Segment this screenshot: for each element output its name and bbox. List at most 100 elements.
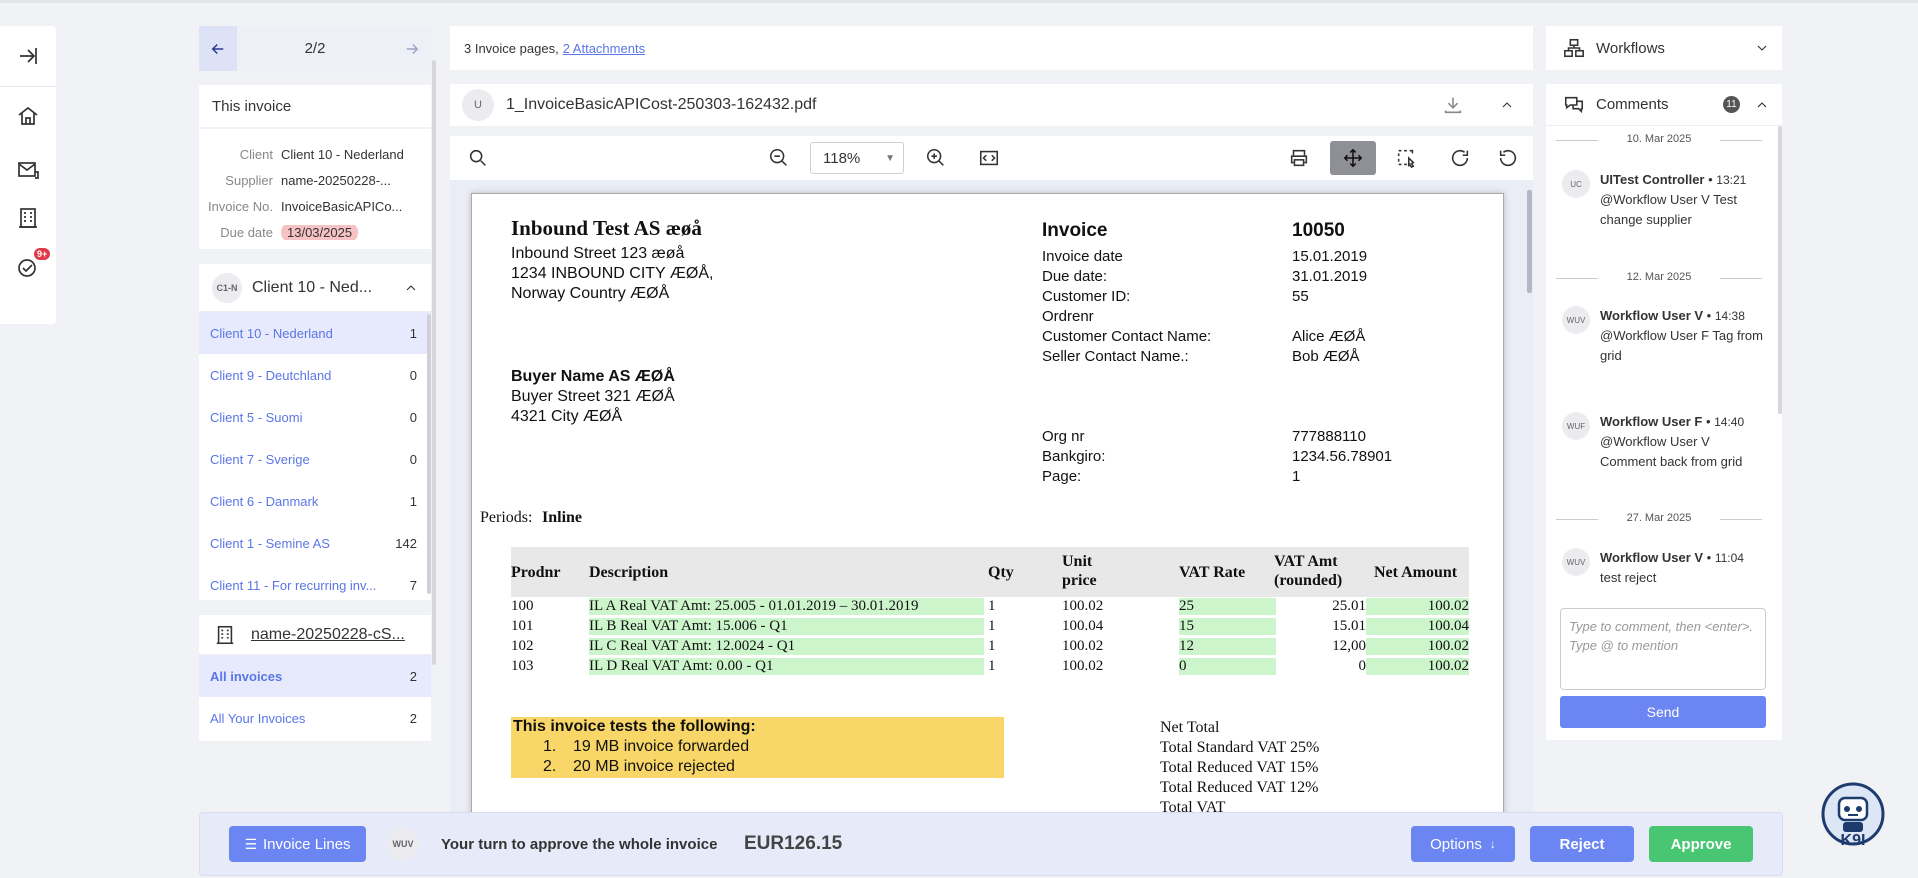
print-icon[interactable] [1285, 144, 1313, 172]
clients-header[interactable]: C1-N Client 10 - Ned... [199, 264, 431, 312]
approval-footer: ☰ Invoice Lines WUV Your turn to approve … [199, 812, 1783, 876]
approve-button[interactable]: Approve [1649, 826, 1753, 862]
pager-position: 2/2 [304, 40, 326, 57]
send-button[interactable]: Send [1560, 696, 1766, 728]
cell-vat-rate: 25 [1179, 598, 1276, 615]
client-item[interactable]: Client 1 - Semine AS 142 [199, 522, 431, 564]
pdf-viewer[interactable]: Inbound Test AS æøå Inbound Street 123 æ… [450, 180, 1533, 813]
comments-scrollbar[interactable] [1778, 126, 1782, 414]
comment-mention[interactable]: @Workflow User F [1600, 328, 1709, 343]
cell-description: IL A Real VAT Amt: 25.005 - 01.01.2019 –… [589, 598, 984, 615]
invoice-lines-button[interactable]: ☰ Invoice Lines [229, 826, 366, 862]
assistant-robot-button[interactable]: K9I [1813, 780, 1893, 856]
meta-label: Client [239, 146, 273, 162]
options-button[interactable]: Options ↓ [1411, 826, 1515, 862]
cell-price: 100.02 [1062, 598, 1104, 614]
cell-description: IL C Real VAT Amt: 12.0024 - Q1 [589, 638, 984, 655]
comments-header[interactable]: Comments 11 [1546, 84, 1782, 126]
chevron-down-icon[interactable] [1748, 34, 1776, 62]
field-value: 31.01.2019 [1292, 268, 1368, 285]
cell-net: 100.02 [1366, 638, 1469, 655]
search-icon[interactable] [464, 144, 492, 172]
invoice-lines-label: Invoice Lines [263, 835, 351, 853]
comment-body: Workflow User V • 14:38 @Workflow User F … [1600, 308, 1763, 363]
chevron-up-icon[interactable] [1748, 91, 1776, 119]
zoom-select[interactable]: 118% ▼ [810, 142, 904, 174]
due-date-badge: 13/03/2025 [281, 224, 359, 240]
comment-input[interactable]: Type to comment, then <enter>. Type @ to… [1560, 608, 1766, 690]
comment-mention[interactable]: @Workflow User V [1600, 192, 1710, 207]
cell-vat-amt: 12,00 [1332, 638, 1366, 654]
seller-address-line: Norway Country ÆØÅ [511, 285, 670, 302]
rail-divider [0, 86, 56, 87]
clients-title: Client 10 - Ned... [252, 278, 373, 296]
zoom-in-icon[interactable] [922, 144, 950, 172]
tests-box: This invoice tests the following: 1. 19 … [511, 717, 1004, 778]
client-label: Client 9 - Deutchland [210, 367, 332, 383]
zoom-value: 118% [823, 149, 861, 167]
caret-down-icon: ▼ [885, 152, 895, 164]
client-item[interactable]: Client 6 - Danmark 1 [199, 480, 431, 522]
tasks-icon[interactable]: 9+ [14, 248, 51, 282]
client-count: 0 [409, 367, 417, 383]
client-item[interactable]: Client 7 - Sverige 0 [199, 438, 431, 480]
building-icon[interactable] [14, 204, 42, 232]
download-icon[interactable] [1439, 91, 1467, 119]
inbox-icon[interactable] [14, 156, 42, 184]
attachments-link[interactable]: 2 Attachments [563, 41, 645, 56]
pdf-scrollbar[interactable] [1527, 190, 1532, 293]
reset-icon[interactable] [1494, 144, 1522, 172]
workflows-panel[interactable]: Workflows [1546, 26, 1782, 70]
rotate-clockwise-icon[interactable] [1446, 144, 1474, 172]
reject-button[interactable]: Reject [1530, 826, 1634, 862]
supplier-filter-item[interactable]: All Your Invoices 2 [199, 697, 431, 739]
invoice-meta: Client Client 10 - Nederland Supplier name… [199, 129, 431, 249]
next-invoice-button[interactable] [393, 26, 431, 71]
invoice-pager: 2/2 [199, 26, 431, 71]
cell-qty: 1 [988, 638, 996, 654]
client-item[interactable]: Client 11 - For recurring inv... 7 [199, 564, 431, 606]
attachments-bar: 3 Invoice pages, 2 Attachments [450, 26, 1533, 70]
cell-vat-amt: 15.01 [1332, 618, 1366, 634]
supplier-header[interactable]: name-20250228-cS... [199, 615, 431, 655]
periods-label: Periods: [480, 509, 533, 526]
cell-vat-rate: 12 [1179, 638, 1276, 655]
supplier-title[interactable]: name-20250228-cS... [251, 626, 405, 644]
select-area-icon[interactable] [1392, 144, 1420, 172]
workflow-icon [1560, 34, 1588, 62]
comment-mention[interactable]: @Workflow User V [1600, 434, 1710, 449]
top-strip [0, 0, 1918, 3]
client-item[interactable]: Client 5 - Suomi 0 [199, 396, 431, 438]
previous-invoice-button[interactable] [199, 26, 237, 71]
comments-count-badge: 11 [1723, 96, 1740, 113]
this-invoice-header: This invoice [199, 85, 431, 127]
file-name: 1_InvoiceBasicAPICost-250303-162432.pdf [506, 96, 817, 113]
comment-time: 14:38 [1714, 309, 1745, 323]
home-icon[interactable] [14, 102, 42, 130]
col-qty: Qty [988, 564, 1014, 581]
field-label: Invoice date [1042, 248, 1123, 265]
totals-label: Net Total [1160, 719, 1220, 736]
clients-scrollbar[interactable] [427, 314, 431, 594]
client-label: Client 6 - Danmark [210, 493, 319, 509]
client-item[interactable]: Client 10 - Nederland 1 [199, 312, 431, 354]
zoom-out-icon[interactable] [765, 144, 793, 172]
invoice-pages-text: 3 Invoice pages, [464, 40, 559, 56]
cell-qty: 1 [988, 658, 996, 674]
test-item: 19 MB invoice forwarded [573, 738, 750, 755]
buyer-address-line: 4321 City ÆØÅ [511, 408, 623, 425]
meta-label: Invoice No. [207, 198, 273, 214]
comment-author: Workflow User V [1600, 550, 1704, 565]
left-column-scrollbar[interactable] [432, 60, 436, 665]
cell-qty: 1 [988, 598, 996, 614]
list-icon: ☰ [244, 835, 257, 852]
client-item[interactable]: Client 9 - Deutchland 0 [199, 354, 431, 396]
cell-description: IL D Real VAT Amt: 0.00 - Q1 [589, 658, 984, 675]
chevron-up-icon[interactable] [397, 274, 425, 302]
pan-tool-icon[interactable] [1330, 141, 1376, 175]
chevron-up-icon[interactable] [1493, 91, 1521, 119]
expand-rail-icon[interactable] [14, 42, 42, 70]
cell-vat-amt: 25.01 [1332, 598, 1366, 614]
supplier-filter-item[interactable]: All invoices 2 [199, 655, 431, 697]
fit-width-icon[interactable] [975, 144, 1003, 172]
